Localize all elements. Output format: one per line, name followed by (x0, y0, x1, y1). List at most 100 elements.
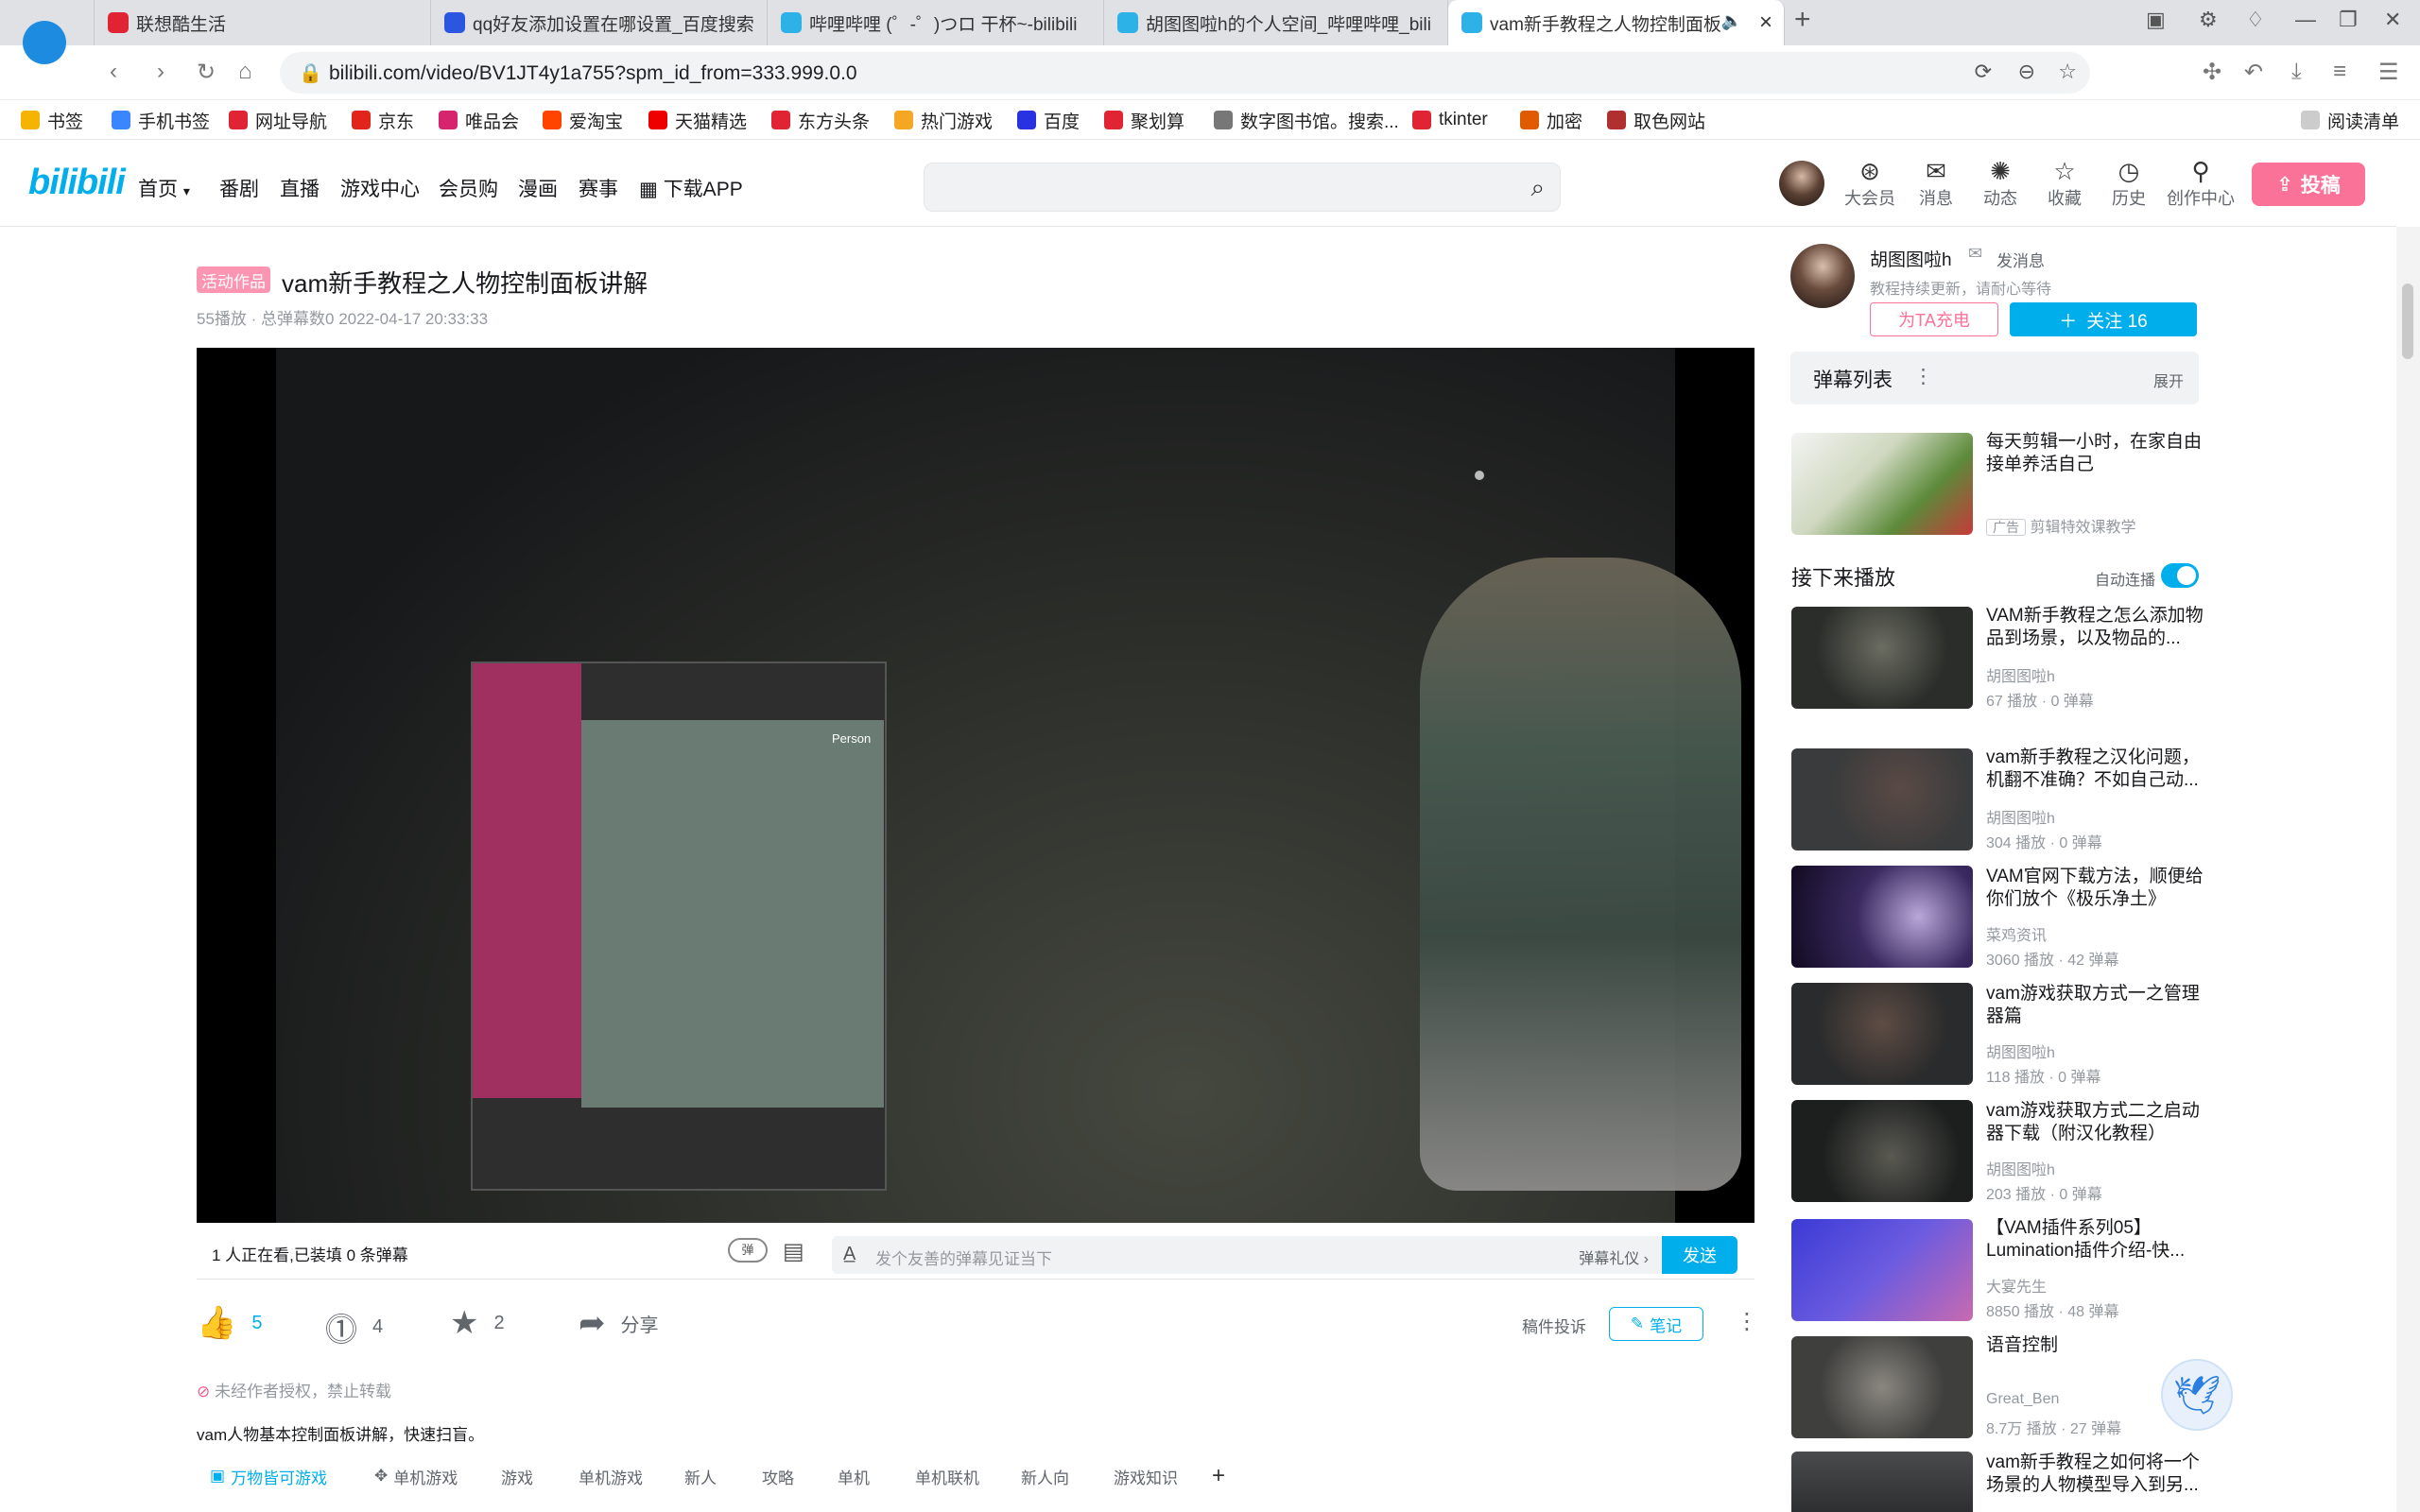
tab-3[interactable]: 胡图图啦h的个人空间_哔哩哔哩_bili (1104, 0, 1448, 45)
tag-item[interactable]: 攻略 (762, 1463, 794, 1489)
tag-item[interactable]: 游戏 (501, 1463, 533, 1489)
reload-icon[interactable]: ↻ (197, 59, 216, 86)
related-title[interactable]: VAM新手教程之怎么添加物品到场景，以及物品的... (1986, 605, 2205, 650)
tag-item[interactable]: 新人 (684, 1463, 717, 1489)
tag-item[interactable]: 单机 (838, 1463, 870, 1489)
search-icon[interactable]: ⌕ (1530, 173, 1545, 203)
danmaku-toggle-icon[interactable]: 弹 (728, 1238, 768, 1263)
related-title[interactable]: VAM官网下载方法，顺便给你们放个《极乐净土》 (1986, 866, 2205, 911)
bookmark-item[interactable]: 聚划算 (1104, 108, 1184, 132)
header-dynamics[interactable]: ✺ 动态 (1972, 157, 2029, 210)
favorite-button[interactable]: ★ 2 (450, 1304, 505, 1342)
back-icon[interactable]: ‹ (110, 59, 117, 85)
nav-bangumi[interactable]: 番剧 (219, 174, 259, 202)
shirt-icon[interactable]: ♢ (2246, 8, 2265, 32)
header-messages[interactable]: ✉ 消息 (1908, 157, 1964, 210)
reading-list[interactable]: 阅读清单 (2301, 108, 2399, 132)
related-uploader[interactable]: 菜鸡资讯 (1986, 922, 2047, 945)
refresh-page-icon[interactable]: ⟳ (1975, 60, 1992, 84)
tag-item[interactable]: 新人向 (1021, 1463, 1069, 1489)
ad-thumbnail[interactable] (1791, 433, 1973, 535)
charge-button[interactable]: 为TA充电 (1870, 302, 1998, 336)
header-history[interactable]: ◷ 历史 (2100, 157, 2157, 210)
uploader-avatar[interactable] (1790, 244, 1855, 308)
uploader-name[interactable]: 胡图图啦h (1870, 246, 1952, 271)
tag-item[interactable]: 单机游戏 (579, 1463, 643, 1489)
bookmark-item[interactable]: 取色网站 (1607, 108, 1705, 132)
gamepad-icon[interactable]: ⚙ (2199, 8, 2218, 32)
tab-0[interactable]: 联想酷生活 (95, 0, 431, 45)
more-vertical-icon[interactable]: ⋮ (1913, 365, 1933, 388)
related-uploader[interactable]: 胡图图啦h (1986, 1040, 2055, 1062)
tag-item[interactable]: ✥ 单机游戏 (374, 1463, 458, 1489)
related-thumbnail[interactable] (1791, 1336, 1973, 1438)
undo-icon[interactable]: ↶ (2244, 59, 2263, 86)
extensions-icon[interactable]: ✣ (2203, 59, 2221, 86)
video-player[interactable]: Person (197, 348, 1754, 1223)
related-thumbnail[interactable] (1791, 866, 1973, 968)
home-icon[interactable]: ⌂ (238, 59, 252, 85)
bookmark-item[interactable]: 百度 (1017, 108, 1080, 132)
tab-active[interactable]: vam新手教程之人物控制面板 🔈 × (1448, 0, 1785, 45)
bilibili-logo[interactable]: bilibili (28, 163, 126, 203)
more-icon[interactable]: ⋮ (1736, 1308, 1758, 1335)
related-title[interactable]: 语音控制 (1986, 1334, 2205, 1357)
new-tab-icon[interactable]: + (1794, 4, 1811, 36)
danmaku-etiquette-link[interactable]: 弹幕礼仪 › (1579, 1246, 1649, 1268)
ad-title[interactable]: 每天剪辑一小时，在家自由接单养活自己 (1986, 431, 2205, 476)
report-link[interactable]: 稿件投诉 (1522, 1314, 1586, 1337)
nav-live[interactable]: 直播 (280, 174, 320, 202)
tag-item[interactable]: 单机联机 (915, 1463, 979, 1489)
font-style-icon[interactable]: A̲ (843, 1244, 856, 1265)
danmaku-input[interactable]: A̲ 发个友善的弹幕见证当下 弹幕礼仪 › (832, 1236, 1664, 1274)
related-thumbnail[interactable] (1791, 1219, 1973, 1321)
bookmark-item[interactable]: 爱淘宝 (543, 108, 623, 132)
related-uploader[interactable]: 大宴先生 (1986, 1274, 2047, 1297)
add-tag-icon[interactable]: + (1212, 1463, 1225, 1489)
danmaku-list-panel[interactable]: 弹幕列表 ⋮ 展开 (1790, 352, 2199, 404)
related-title[interactable]: vam游戏获取方式一之管理器篇 (1986, 983, 2205, 1028)
autoplay-toggle[interactable] (2161, 563, 2199, 588)
speaker-icon[interactable]: 🔈 (1721, 11, 1742, 31)
related-thumbnail[interactable] (1791, 607, 1973, 709)
bookmark-item[interactable]: 数字图书馆。搜索... (1214, 108, 1399, 132)
zoom-icon[interactable]: ⊖ (2018, 60, 2035, 84)
coin-button[interactable]: ⓵4 (325, 1304, 383, 1350)
tab-close-icon[interactable]: × (1759, 9, 1772, 36)
download-icon[interactable]: ⤓ (2291, 59, 2302, 85)
header-creator-center[interactable]: ⚲ 创作中心 (2165, 157, 2237, 210)
page-scrollbar[interactable] (2396, 227, 2420, 1512)
window-close-icon[interactable]: ✕ (2384, 8, 2401, 32)
bookmark-star-icon[interactable]: ☆ (2058, 60, 2077, 84)
user-avatar[interactable] (1779, 161, 1824, 206)
danmaku-settings-icon[interactable]: ▤ (783, 1238, 804, 1265)
collections-icon[interactable]: ≡ (2333, 59, 2346, 85)
upload-button[interactable]: ⇪ 投稿 (2252, 163, 2365, 206)
bookmark-item[interactable]: 热门游戏 (894, 108, 993, 132)
search-input[interactable]: ⌕ (924, 163, 1561, 212)
related-uploader[interactable]: 胡图图啦h (1986, 663, 2055, 686)
related-thumbnail[interactable] (1791, 983, 1973, 1085)
bookmark-item[interactable]: 东方头条 (771, 108, 870, 132)
maximize-icon[interactable]: ❐ (2339, 8, 2358, 32)
bookmark-item[interactable]: 手机书签 (112, 108, 210, 132)
related-uploader[interactable]: 胡图图啦h (1986, 1157, 2055, 1179)
related-uploader[interactable]: 胡图图啦h (1986, 805, 2055, 828)
nav-game-center[interactable]: 游戏中心 (340, 174, 420, 202)
browser-logo[interactable] (0, 0, 95, 64)
send-danmaku-button[interactable]: 发送 (1662, 1236, 1737, 1274)
bookmark-item[interactable]: 天猫精选 (648, 108, 747, 132)
nav-mall[interactable]: 会员购 (439, 174, 498, 202)
nav-home[interactable]: 首页 ▾ (138, 174, 190, 202)
bird-mascot-icon[interactable]: 🕊 (2161, 1359, 2233, 1431)
forward-icon[interactable]: › (157, 59, 164, 85)
header-vip[interactable]: ⊛ 大会员 (1841, 157, 1898, 210)
related-title[interactable]: 【VAM插件系列05】Lumination插件介绍-快... (1986, 1217, 2205, 1263)
related-title[interactable]: vam新手教程之如何将一个场景的人物模型导入到另... (1986, 1452, 2205, 1497)
header-favorites[interactable]: ☆ 收藏 (2036, 157, 2093, 210)
tag-item[interactable]: 游戏知识 (1114, 1463, 1178, 1489)
bookmark-item[interactable]: 唯品会 (439, 108, 519, 132)
tab-list-icon[interactable]: ▣ (2146, 8, 2166, 32)
share-button[interactable]: ➦ 分享 (579, 1304, 659, 1342)
minimize-icon[interactable]: — (2295, 8, 2316, 32)
